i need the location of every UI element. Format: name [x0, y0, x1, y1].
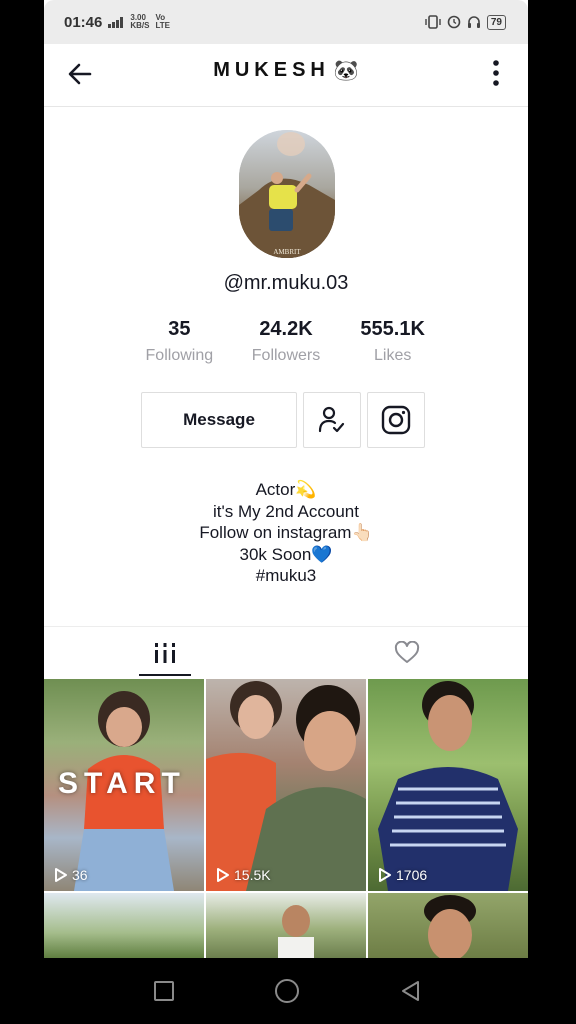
video-thumbnail[interactable]: START 36: [44, 679, 204, 891]
back-nav-icon[interactable]: [399, 979, 423, 1003]
video-overlay-text: START: [58, 767, 186, 800]
stat-following[interactable]: 35 Following: [126, 318, 233, 374]
stat-label: Followers: [251, 347, 321, 364]
content-tabs: [44, 626, 528, 679]
view-count: 1706: [396, 867, 428, 883]
status-time: 01:46: [64, 13, 103, 31]
video-thumbnail[interactable]: [368, 893, 528, 958]
user-check-icon: [318, 406, 345, 433]
active-tab-indicator: [139, 674, 191, 676]
play-icon: [379, 868, 391, 882]
battery-indicator: 79: [486, 14, 506, 30]
status-bar: 01:46 3.00 KB/S Vo LTE 79: [44, 0, 528, 44]
stat-likes: 555.1K Likes: [339, 318, 446, 374]
video-views: 36: [54, 867, 88, 883]
following-button[interactable]: [303, 392, 361, 448]
video-thumbnail-image: [424, 895, 476, 958]
profile-title: MUKESH 🐼: [44, 58, 528, 83]
bio-line: Follow on instagram👆🏻: [199, 523, 373, 542]
stat-value: 35: [168, 318, 191, 340]
view-count: 15.5K: [234, 867, 271, 883]
system-nav-bar: [0, 958, 576, 1024]
video-views: 1706: [378, 867, 427, 883]
title-text: MUKESH: [213, 59, 330, 81]
bio-line: Actor💫: [255, 480, 317, 499]
net-type: Vo LTE: [155, 13, 171, 30]
video-thumbnail[interactable]: 15.5K: [206, 679, 366, 891]
profile-avatar[interactable]: AMBRIT: [239, 130, 335, 258]
username: @mr.muku.03: [223, 272, 349, 294]
stat-value: 24.2K: [259, 318, 313, 340]
video-thumbnail[interactable]: [206, 893, 366, 958]
vibrate-icon: [425, 15, 441, 29]
message-button[interactable]: Message: [141, 392, 297, 448]
stat-followers[interactable]: 24.2K Followers: [233, 318, 340, 374]
play-icon: [55, 868, 67, 882]
tab-liked[interactable]: [286, 627, 528, 679]
bio-line: it's My 2nd Account: [213, 501, 359, 521]
video-thumbnail-image: [278, 905, 314, 958]
video-thumbnail[interactable]: [44, 893, 204, 958]
profile-bio: Actor💫 it's My 2nd Account Follow on ins…: [44, 479, 528, 587]
profile-actions: Message: [141, 392, 425, 448]
play-icon: [217, 868, 229, 882]
instagram-button[interactable]: [367, 392, 425, 448]
phone-screen: 01:46 3.00 KB/S Vo LTE 79 MUKESH 🐼 AMBRI…: [44, 0, 528, 958]
recent-apps-icon[interactable]: [153, 980, 175, 1002]
panda-emoji: 🐼: [333, 60, 359, 82]
instagram-icon: [381, 405, 411, 435]
video-thumbnail-image: [206, 681, 366, 891]
headphones-icon: [467, 16, 480, 28]
net-unit: KB/S: [130, 21, 150, 30]
home-icon[interactable]: [273, 977, 301, 1005]
grid-icon: [155, 643, 175, 663]
stat-label: Likes: [374, 347, 412, 364]
view-count: 36: [72, 867, 88, 883]
video-views: 15.5K: [216, 867, 271, 883]
video-thumbnail[interactable]: 1706: [368, 679, 528, 891]
heart-icon: [394, 641, 420, 663]
profile-stats: 35 Following 24.2K Followers 555.1K Like…: [126, 318, 446, 374]
top-nav: MUKESH 🐼: [44, 44, 528, 107]
alarm-icon: [447, 15, 461, 29]
avatar-caption: AMBRIT: [273, 248, 301, 256]
more-icon[interactable]: [482, 56, 510, 92]
bio-line: 30k Soon💙: [239, 544, 333, 564]
bio-line[interactable]: #muku3: [44, 565, 528, 587]
stat-value: 555.1K: [360, 318, 425, 340]
signal-icon: [108, 16, 124, 28]
video-grid: START 36 15.5K 1706: [44, 679, 528, 958]
stat-label: Following: [145, 347, 214, 364]
avatar-image: AMBRIT: [239, 130, 335, 258]
tab-videos[interactable]: [44, 627, 286, 679]
video-thumbnail-image: [378, 681, 518, 891]
